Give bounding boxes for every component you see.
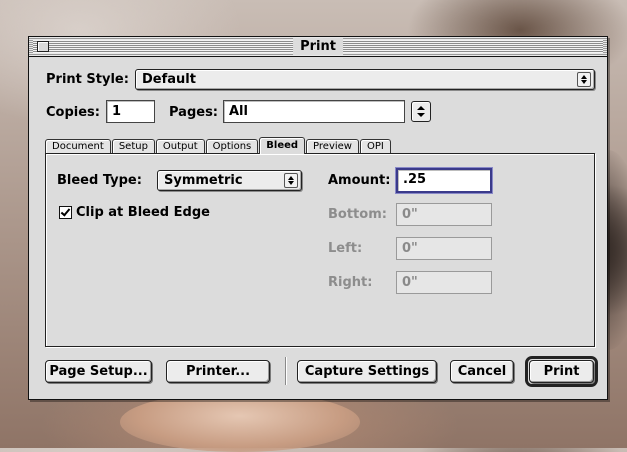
amount-field[interactable]: .25 bbox=[395, 167, 493, 194]
tab-bleed[interactable]: Bleed bbox=[259, 137, 306, 154]
print-dialog: Print Print Style: Default Copies: 1 Pag… bbox=[28, 36, 608, 400]
tab-opi[interactable]: OPI bbox=[359, 139, 391, 154]
left-label: Left: bbox=[328, 241, 363, 256]
capture-settings-button[interactable]: Capture Settings bbox=[297, 360, 437, 383]
clip-at-bleed-edge-label: Clip at Bleed Edge bbox=[76, 205, 210, 220]
right-field[interactable]: 0" bbox=[396, 271, 492, 294]
bleed-type-value: Symmetric bbox=[164, 173, 243, 188]
tab-setup[interactable]: Setup bbox=[111, 139, 155, 154]
tab-document[interactable]: Document bbox=[45, 139, 111, 154]
print-button[interactable]: Print bbox=[529, 360, 594, 383]
print-style-value: Default bbox=[142, 72, 196, 87]
clip-at-bleed-edge-checkbox[interactable] bbox=[59, 206, 72, 219]
print-style-popup[interactable]: Default bbox=[135, 69, 595, 90]
checkmark-icon bbox=[60, 206, 71, 217]
tab-output[interactable]: Output bbox=[155, 139, 205, 154]
copies-field[interactable]: 1 bbox=[106, 100, 155, 123]
amount-label: Amount: bbox=[328, 173, 391, 188]
pages-label: Pages: bbox=[169, 105, 219, 120]
bleed-panel: Bleed Type: Symmetric Clip at Bleed Edge… bbox=[45, 153, 595, 347]
tab-bar: Document Setup Output Options Bleed Prev… bbox=[45, 137, 392, 154]
popup-arrows-icon bbox=[284, 173, 298, 188]
left-field[interactable]: 0" bbox=[396, 237, 492, 260]
printer-button[interactable]: Printer... bbox=[166, 360, 270, 383]
close-box-icon[interactable] bbox=[37, 41, 49, 52]
tab-options[interactable]: Options bbox=[205, 139, 259, 154]
print-style-label: Print Style: bbox=[46, 72, 129, 87]
title-bar[interactable]: Print bbox=[29, 37, 607, 57]
window-title: Print bbox=[293, 38, 343, 55]
cancel-button[interactable]: Cancel bbox=[450, 360, 514, 383]
page-setup-button[interactable]: Page Setup... bbox=[45, 360, 152, 383]
tab-preview[interactable]: Preview bbox=[306, 139, 359, 154]
bleed-type-popup[interactable]: Symmetric bbox=[157, 170, 302, 191]
pages-popup-arrows-icon[interactable] bbox=[411, 101, 431, 122]
right-label: Right: bbox=[328, 275, 373, 290]
bleed-type-label: Bleed Type: bbox=[57, 173, 142, 188]
background-hand bbox=[120, 392, 360, 452]
button-divider bbox=[285, 357, 287, 385]
pages-field[interactable]: All bbox=[223, 100, 405, 123]
bottom-label: Bottom: bbox=[328, 207, 387, 222]
popup-arrows-icon bbox=[577, 72, 591, 87]
copies-label: Copies: bbox=[46, 105, 100, 120]
bottom-field[interactable]: 0" bbox=[396, 203, 492, 226]
